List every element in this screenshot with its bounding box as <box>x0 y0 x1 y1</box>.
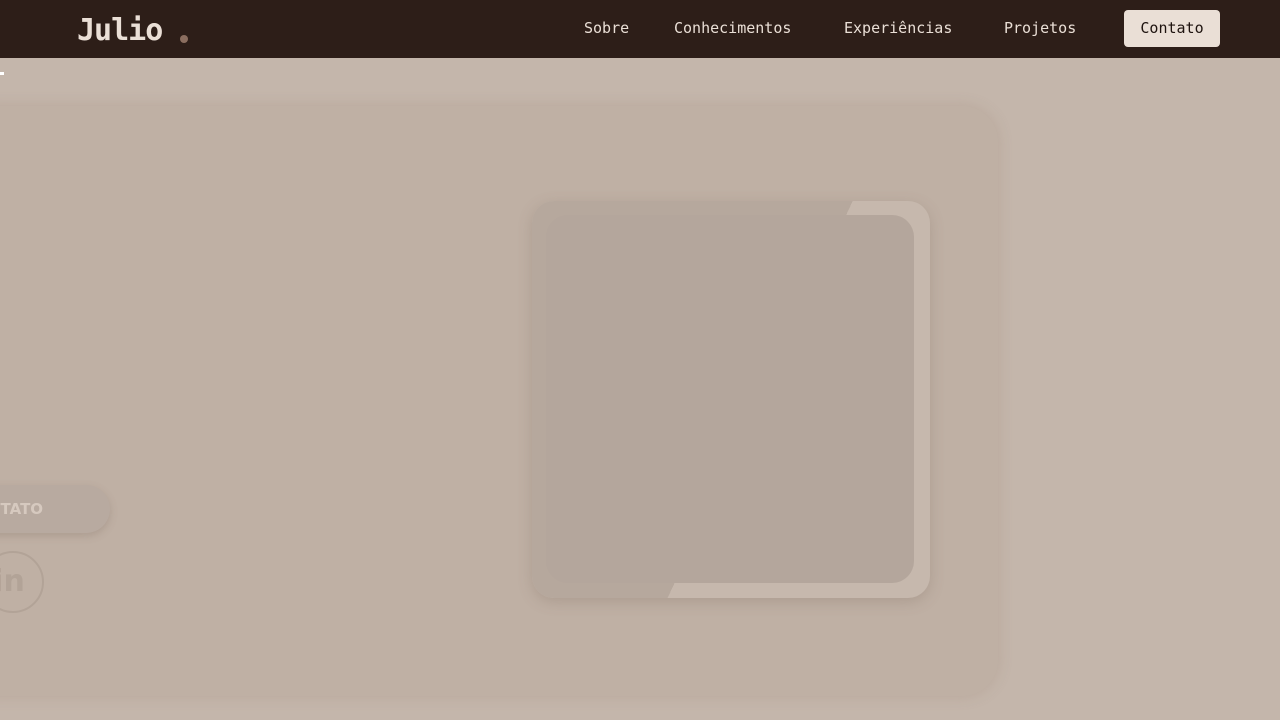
scroll-progress-indicator <box>0 72 4 75</box>
top-navbar: Julio Sobre Conhecimentos Experiências P… <box>0 0 1280 58</box>
hero-contact-label: NTATO <box>0 500 44 518</box>
nav-item-conhecimentos[interactable]: Conhecimentos <box>674 17 791 39</box>
linkedin-icon-label: in <box>0 564 25 599</box>
contact-button[interactable]: Contato <box>1124 10 1220 47</box>
nav-item-experiencias[interactable]: Experiências <box>844 17 952 39</box>
hero-contact-button[interactable]: NTATO <box>0 485 110 533</box>
nav-item-projetos[interactable]: Projetos <box>1004 17 1076 39</box>
logo[interactable]: Julio <box>77 12 163 50</box>
logo-dot-icon <box>180 35 188 43</box>
nav-item-sobre[interactable]: Sobre <box>584 17 629 39</box>
profile-photo-frame <box>532 201 930 598</box>
profile-photo-placeholder <box>546 215 914 583</box>
